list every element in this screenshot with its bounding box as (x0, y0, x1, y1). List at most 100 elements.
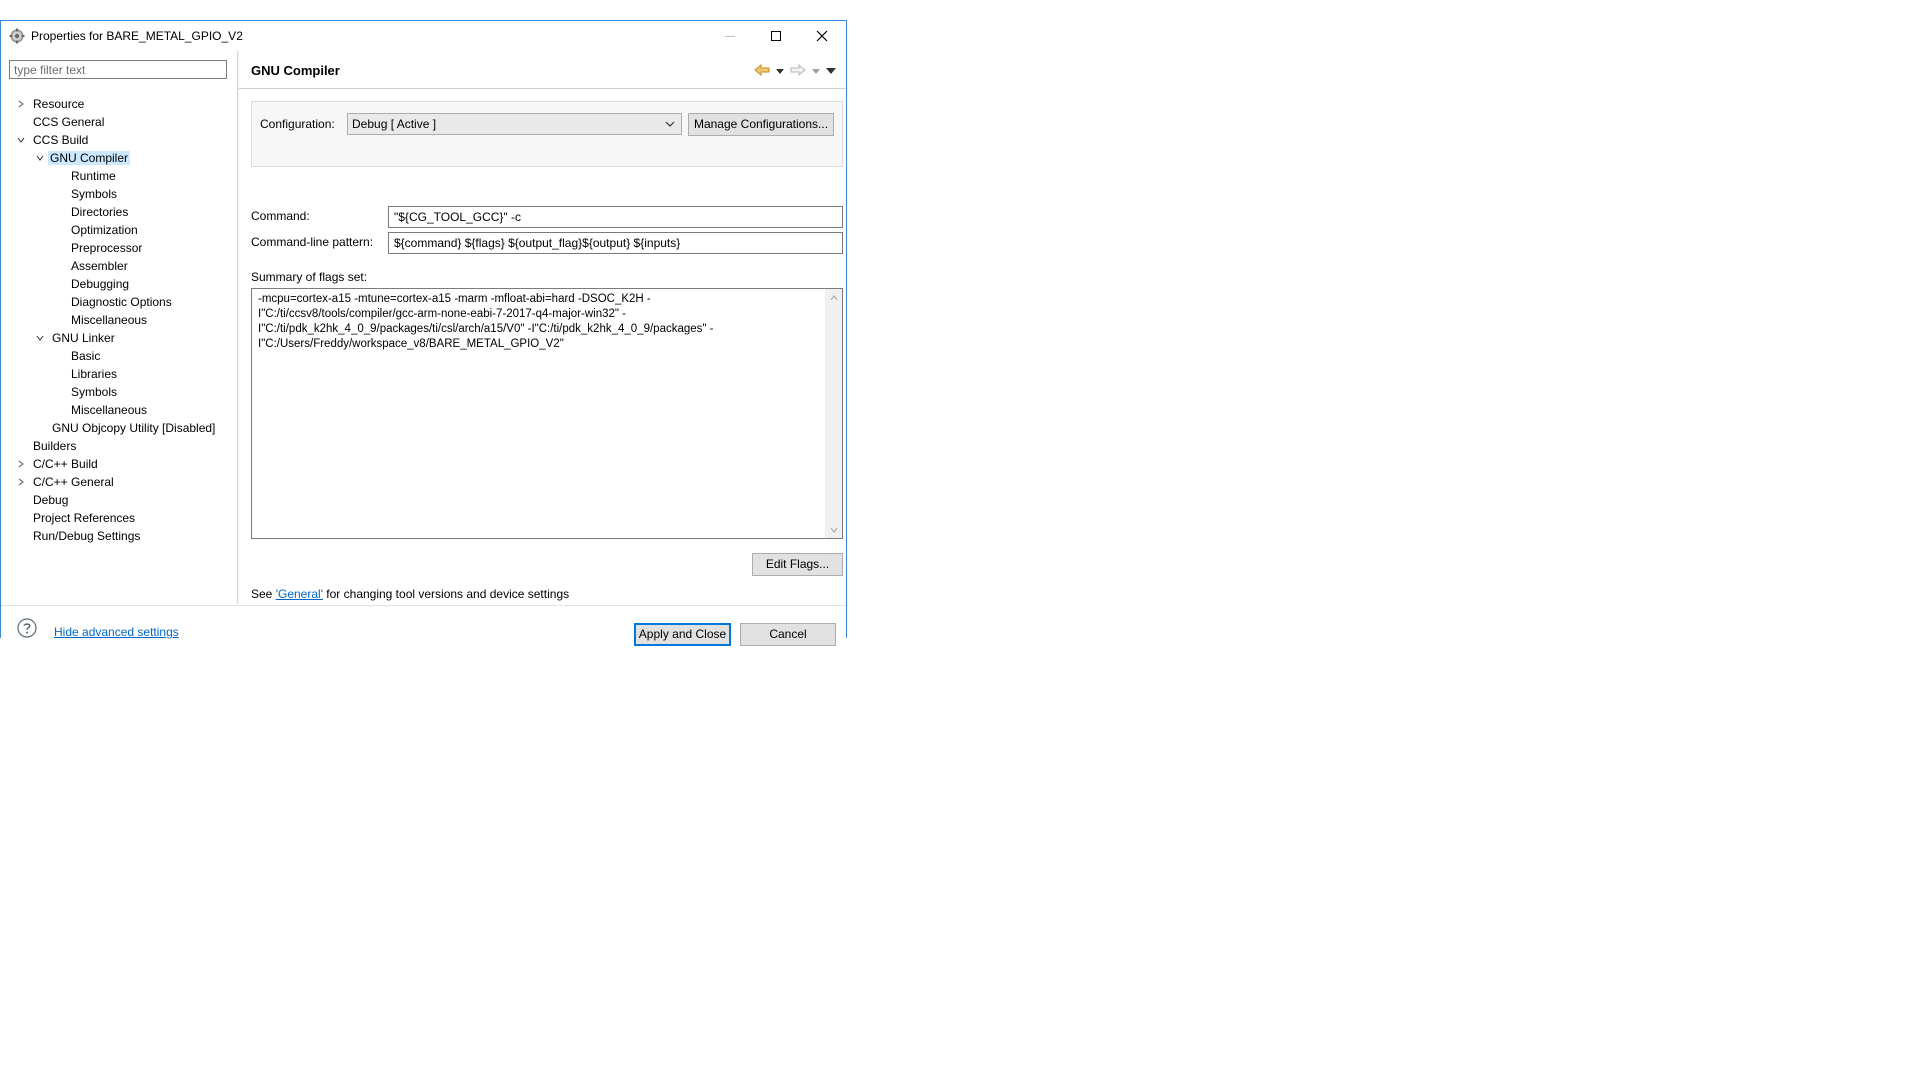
tree-item-miscellaneous[interactable]: Miscellaneous (69, 311, 149, 329)
tree-item-preprocessor[interactable]: Preprocessor (69, 239, 144, 257)
tree-item-ccs-general[interactable]: CCS General (31, 113, 106, 131)
close-icon[interactable] (799, 21, 845, 51)
scroll-up-icon[interactable] (825, 289, 842, 306)
forward-dropdown-icon[interactable] (812, 64, 820, 78)
forward-arrow-icon[interactable] (790, 63, 806, 79)
edit-flags-button[interactable]: Edit Flags... (752, 553, 843, 576)
expand-chevron-icon[interactable] (16, 455, 26, 473)
tree-item-label: C/C++ General (33, 475, 114, 489)
tree-item-linker-miscellaneous[interactable]: Miscellaneous (69, 401, 149, 419)
tree-item-label: Directories (71, 205, 129, 219)
tree-item-libraries[interactable]: Libraries (69, 365, 119, 383)
note-prefix: See (251, 587, 276, 601)
command-line-pattern-label: Command-line pattern: (251, 235, 374, 249)
navigation-pane: Resource CCS General CCS Build GNU Compi… (1, 51, 237, 604)
tree-item-label: C/C++ Build (33, 457, 98, 471)
collapse-chevron-icon[interactable] (35, 149, 45, 167)
summary-label: Summary of flags set: (251, 270, 368, 284)
apply-and-close-button[interactable]: Apply and Close (634, 623, 731, 646)
tree-item-gnu-objcopy[interactable]: GNU Objcopy Utility [Disabled] (50, 419, 217, 437)
tree-item-label: Symbols (71, 385, 118, 399)
general-settings-note: See 'General' for changing tool versions… (251, 587, 569, 601)
tree-item-assembler[interactable]: Assembler (69, 257, 130, 275)
tree-item-gnu-linker[interactable]: GNU Linker (50, 329, 117, 347)
tree-item-debug[interactable]: Debug (31, 491, 70, 509)
tree-item-label: Resource (33, 97, 85, 111)
app-gear-icon (9, 28, 25, 44)
title-separator (239, 88, 846, 89)
property-page: GNU Compiler Configuration: Debug [ Acti (239, 51, 846, 604)
manage-configurations-button[interactable]: Manage Configurations... (688, 113, 834, 136)
tree-item-label: Debug (33, 493, 69, 507)
tree-item-label: CCS General (33, 115, 105, 129)
tree-item-cpp-general[interactable]: C/C++ General (31, 473, 116, 491)
tree-item-optimization[interactable]: Optimization (69, 221, 140, 239)
configuration-group: Configuration: Debug [ Active ] Manage C… (251, 101, 843, 167)
configuration-select[interactable]: Debug [ Active ] (347, 113, 682, 135)
tree-item-resource[interactable]: Resource (31, 95, 86, 113)
tree-item-debugging[interactable]: Debugging (69, 275, 131, 293)
maximize-icon[interactable] (753, 21, 799, 51)
tree-item-symbols[interactable]: Symbols (69, 185, 119, 203)
tree-item-label: GNU Compiler (48, 151, 131, 165)
general-link[interactable]: 'General' (276, 587, 323, 601)
tree-item-label: Preprocessor (71, 241, 143, 255)
tree-item-label: Symbols (71, 187, 118, 201)
tree-item-label: Optimization (71, 223, 138, 237)
view-menu-icon[interactable] (826, 64, 836, 78)
tree-item-label: CCS Build (33, 133, 89, 147)
command-label: Command: (251, 209, 310, 223)
expand-chevron-icon[interactable] (16, 473, 26, 491)
tree-item-label: Project References (33, 511, 136, 525)
tree-item-linker-symbols[interactable]: Symbols (69, 383, 119, 401)
vertical-scrollbar[interactable] (825, 289, 842, 538)
collapse-chevron-icon[interactable] (16, 131, 26, 149)
window-title: Properties for BARE_METAL_GPIO_V2 (31, 29, 243, 43)
note-suffix: for changing tool versions and device se… (322, 587, 570, 601)
tree-item-run-debug-settings[interactable]: Run/Debug Settings (31, 527, 142, 545)
tree-item-basic[interactable]: Basic (69, 347, 102, 365)
help-icon[interactable] (17, 618, 37, 638)
tree-item-label: Basic (71, 349, 101, 363)
tree-item-builders[interactable]: Builders (31, 437, 78, 455)
tree-item-ccs-build[interactable]: CCS Build (31, 131, 90, 149)
chevron-down-icon (665, 118, 675, 132)
collapse-chevron-icon[interactable] (35, 329, 45, 347)
expand-chevron-icon[interactable] (16, 95, 26, 113)
tree-item-label: Miscellaneous (71, 403, 148, 417)
back-arrow-icon[interactable] (754, 63, 770, 79)
tree-item-diagnostic-options[interactable]: Diagnostic Options (69, 293, 174, 311)
tree-item-label: Miscellaneous (71, 313, 148, 327)
tree-item-label: Builders (33, 439, 77, 453)
tree-item-label: GNU Objcopy Utility [Disabled] (52, 421, 216, 435)
properties-dialog: Properties for BARE_METAL_GPIO_V2 Resour… (0, 20, 847, 646)
command-field[interactable]: "${CG_TOOL_GCC}" -c (388, 206, 843, 228)
page-title: GNU Compiler (251, 63, 340, 78)
tree-item-label: GNU Linker (52, 331, 115, 345)
tree-item-gnu-compiler[interactable]: GNU Compiler (48, 149, 131, 167)
hide-advanced-settings-link[interactable]: Hide advanced settings (54, 625, 179, 639)
tree-item-cpp-build[interactable]: C/C++ Build (31, 455, 100, 473)
configuration-label: Configuration: (260, 117, 335, 131)
tree-item-project-references[interactable]: Project References (31, 509, 137, 527)
configuration-value: Debug [ Active ] (352, 117, 437, 131)
tree-item-label: Run/Debug Settings (33, 529, 141, 543)
dialog-button-bar: Hide advanced settings Apply and Close C… (1, 605, 846, 646)
tree-item-directories[interactable]: Directories (69, 203, 130, 221)
scroll-down-icon[interactable] (825, 521, 842, 538)
page-navigation-toolbar (754, 61, 836, 81)
tree-item-runtime[interactable]: Runtime (69, 167, 118, 185)
command-line-pattern-field[interactable]: ${command} ${flags} ${output_flag}${outp… (388, 232, 843, 254)
back-dropdown-icon[interactable] (776, 64, 784, 78)
cancel-button[interactable]: Cancel (740, 623, 836, 646)
tree-item-label: Diagnostic Options (71, 295, 172, 309)
tree-item-label: Runtime (71, 169, 116, 183)
tree-item-label: Debugging (71, 277, 130, 291)
title-bar[interactable]: Properties for BARE_METAL_GPIO_V2 (1, 21, 846, 51)
filter-input[interactable] (9, 60, 227, 79)
summary-flags-textarea[interactable]: -mcpu=cortex-a15 -mtune=cortex-a15 -marm… (251, 288, 843, 539)
summary-flags-text: -mcpu=cortex-a15 -mtune=cortex-a15 -marm… (258, 293, 714, 350)
minimize-icon[interactable] (707, 21, 753, 51)
tree-item-label: Assembler (71, 259, 128, 273)
tree-item-label: Libraries (71, 367, 118, 381)
